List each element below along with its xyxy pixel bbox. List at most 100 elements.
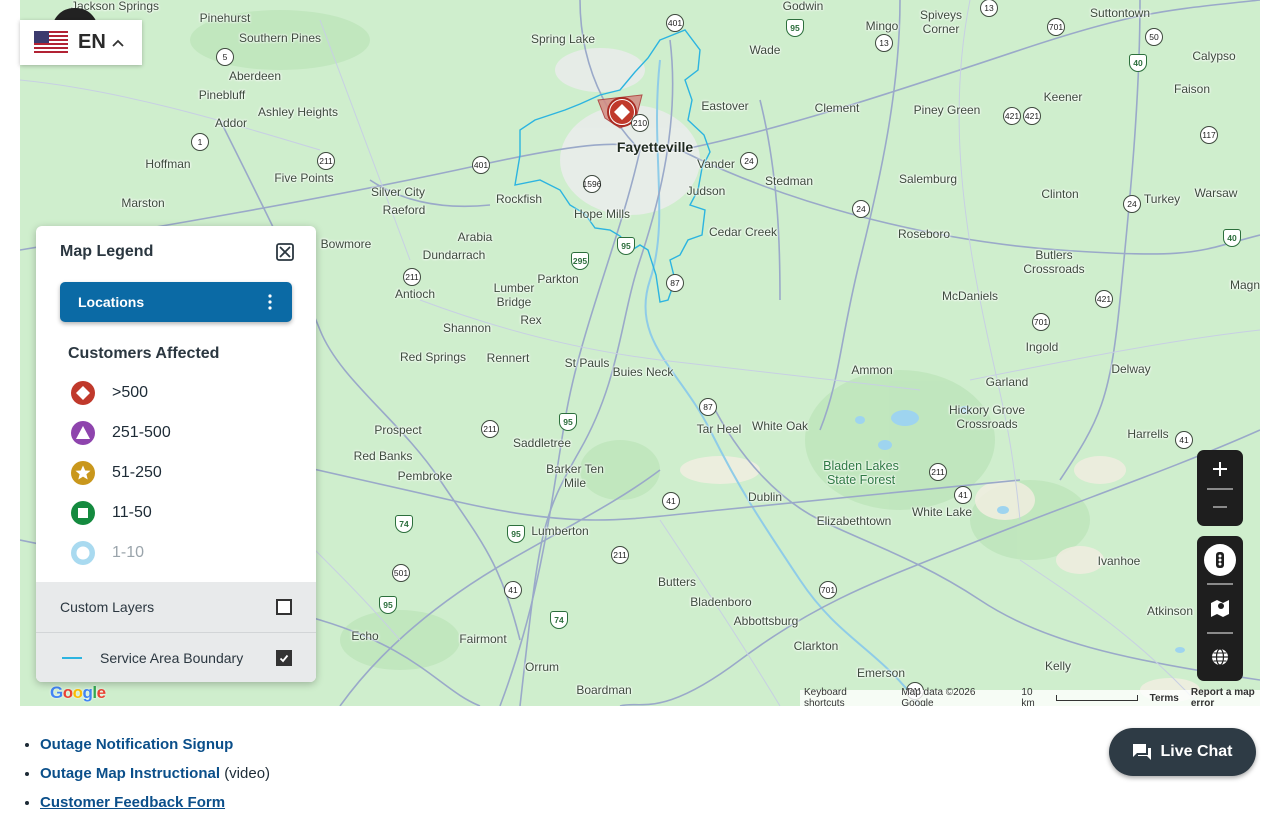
close-icon[interactable]: [276, 243, 294, 261]
service-area-boundary-checkbox[interactable]: [276, 650, 292, 666]
place-label: Hickory Grove Crossroads: [948, 403, 1025, 431]
place-label: Orrum: [525, 660, 559, 674]
highway-shield: 701: [1047, 18, 1065, 36]
highway-shield: 211: [611, 546, 629, 564]
place-label: Elizabethtown: [816, 514, 892, 528]
place-label: Butters: [657, 575, 697, 589]
interstate-shield: 295: [571, 252, 589, 270]
custom-layers-checkbox[interactable]: [276, 599, 292, 615]
place-label: Godwin: [782, 0, 824, 13]
place-label: Fairmont: [459, 632, 507, 646]
customers-affected-heading: Customers Affected: [68, 345, 220, 362]
legend-item: 11-50: [70, 499, 152, 527]
place-label: Judson: [686, 184, 726, 198]
place-label: Magn: [1229, 278, 1260, 292]
terms-link[interactable]: Terms: [1150, 693, 1179, 704]
place-label: Warsaw: [1194, 186, 1238, 200]
place-label: Buies Neck: [612, 365, 674, 379]
highway-shield: 211: [929, 463, 947, 481]
place-label: Parkton: [537, 272, 579, 286]
report-map-error-link[interactable]: Report a map error: [1191, 687, 1260, 706]
place-label: Stedman: [764, 174, 814, 188]
interstate-shield: 95: [786, 19, 804, 37]
place-label: Spiveys Corner: [919, 8, 963, 36]
highway-shield: 701: [819, 581, 837, 599]
interstate-shield: 40: [1223, 229, 1241, 247]
place-label: Dundarrach: [422, 248, 486, 262]
plus-icon: [1213, 462, 1227, 476]
custom-layers-label: Custom Layers: [60, 599, 155, 615]
legend-item: 251-500: [70, 419, 171, 447]
custom-layers-row[interactable]: Custom Layers: [36, 582, 316, 632]
place-label: Rex: [520, 313, 542, 327]
outage-notification-signup-link[interactable]: Outage Notification Signup: [40, 736, 233, 753]
google-logo[interactable]: Google: [50, 683, 106, 703]
checkmark-icon: [278, 652, 290, 664]
place-label: Turkey: [1143, 192, 1181, 206]
legend-item-label: 1-10: [112, 544, 145, 561]
place-label: Emerson: [856, 666, 906, 680]
place-label: Red Springs: [399, 350, 467, 364]
scale-label[interactable]: 10 km: [1021, 687, 1048, 706]
minus-icon: [1213, 506, 1227, 508]
link-suffix: (video): [224, 765, 271, 782]
place-label: Atkinson: [1146, 604, 1194, 618]
service-area-boundary-row[interactable]: Service Area Boundary: [36, 632, 316, 682]
layers-section: Custom Layers Service Area Boundary: [36, 582, 316, 682]
park-label: Bladen Lakes State Forest: [823, 459, 899, 488]
language-selector[interactable]: EN: [20, 20, 142, 65]
place-label: Rennert: [486, 351, 530, 365]
highway-shield: 50: [1145, 28, 1163, 46]
highway-shield: 211: [481, 420, 499, 438]
map-tools: [1197, 536, 1243, 681]
interstate-shield: 74: [395, 515, 413, 533]
place-label: Roseboro: [897, 227, 951, 241]
place-label: Kelly: [1044, 659, 1072, 673]
place-label: Echo: [351, 629, 379, 643]
keyboard-shortcuts-link[interactable]: Keyboard shortcuts: [804, 687, 889, 706]
highway-shield: 211: [403, 268, 421, 286]
live-chat-label: Live Chat: [1160, 743, 1233, 760]
more-options-icon[interactable]: [268, 294, 272, 310]
place-label: Barker Ten Mile: [546, 462, 604, 490]
place-label: Keener: [1043, 90, 1083, 104]
place-label: Harrells: [1127, 427, 1169, 441]
place-label: Bladenboro: [690, 595, 752, 609]
place-label: Dublin: [747, 490, 783, 504]
outage-map-instructional-link[interactable]: Outage Map Instructional: [40, 765, 220, 782]
place-label: Clinton: [1041, 187, 1079, 201]
place-label: Vander: [697, 157, 735, 171]
highway-shield: 211: [317, 152, 335, 170]
place-label: Pinehurst: [199, 11, 251, 25]
place-label: Bowmore: [320, 237, 372, 251]
customer-feedback-form-link[interactable]: Customer Feedback Form: [40, 794, 225, 811]
zoom-in-button[interactable]: [1197, 452, 1243, 486]
highway-shield: 24: [1123, 195, 1141, 213]
tab-locations[interactable]: Locations: [60, 282, 292, 322]
highway-shield: 41: [662, 492, 680, 510]
place-label: McDaniels: [941, 289, 999, 303]
highway-shield: 5: [216, 48, 234, 66]
service-area-boundary-label: Service Area Boundary: [100, 649, 244, 666]
scale-bar: [1056, 695, 1138, 701]
highway-shield: 117: [1200, 126, 1218, 144]
highway-shield: 1596: [583, 175, 601, 193]
star-icon: [71, 461, 95, 485]
map-attribution: Keyboard shortcuts Map data ©2026 Google…: [800, 687, 1260, 706]
map-legend-panel: Map Legend Locations Customers Affected …: [36, 226, 316, 682]
place-label: Hope Mills: [573, 207, 631, 221]
legend-toggle-button[interactable]: [1197, 540, 1243, 580]
globe-view-button[interactable]: [1197, 636, 1243, 678]
list-item: Customer Feedback Form: [40, 788, 270, 817]
place-label: Five Points: [274, 171, 334, 185]
live-chat-button[interactable]: Live Chat: [1109, 728, 1256, 776]
place-label: Lumberton: [531, 524, 589, 538]
zoom-out-button[interactable]: [1197, 490, 1243, 524]
place-label: Silver City: [370, 185, 426, 199]
place-label: Piney Green: [913, 103, 981, 117]
map-layers-button[interactable]: [1197, 587, 1243, 629]
legend-item-label: 251-500: [112, 424, 171, 441]
square-icon: [71, 501, 95, 525]
globe-icon: [1212, 648, 1228, 666]
us-flag-icon: [34, 30, 68, 55]
